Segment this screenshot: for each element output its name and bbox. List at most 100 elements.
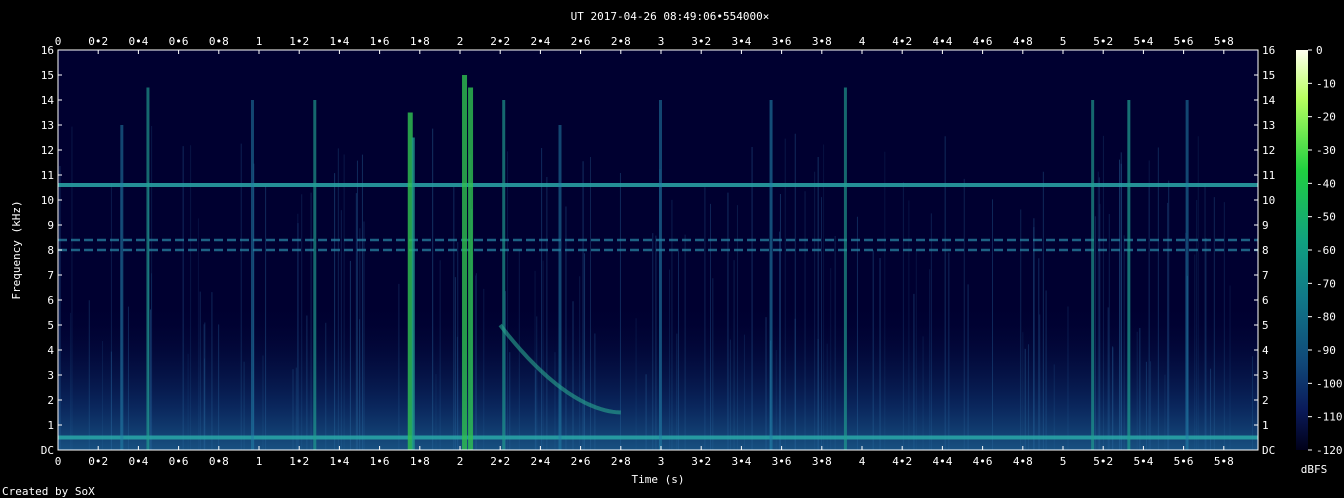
y-tick-label: 13 (1262, 119, 1275, 132)
x-tick-label: 1•8 (410, 455, 430, 468)
y-tick-label: 1 (47, 419, 54, 432)
colorbar-axis: 0 -10 -20 -30 -40 -50 -60 -70 -80 -90 -100 -110 -120 (1308, 44, 1343, 457)
x-tick-label: 0 (55, 35, 62, 48)
x-tick-label: 3•6 (772, 35, 792, 48)
x-tick-label: 2 (457, 35, 464, 48)
x-tick-label: 3 (658, 35, 665, 48)
x-tick-label: 0•4 (128, 455, 148, 468)
x-tick-label: 3•4 (731, 35, 751, 48)
colorbar-tick-label: -120 (1316, 444, 1343, 457)
burst-mark (250, 100, 254, 450)
x-tick-label: 4 (859, 455, 866, 468)
x-tick-label: 5 (1060, 455, 1067, 468)
colorbar (1296, 50, 1308, 450)
x-tick-label: 0•8 (209, 35, 229, 48)
x-tick-label: 0•2 (88, 35, 108, 48)
y-tick-label: 14 (1262, 94, 1276, 107)
colorbar-tick-label: -30 (1316, 144, 1336, 157)
y-tick-label: 5 (1262, 319, 1269, 332)
x-tick-label: 1•2 (289, 35, 309, 48)
x-tick-label: 4•6 (973, 455, 993, 468)
burst-mark (659, 100, 662, 450)
low-frequency-noise (58, 300, 1258, 450)
x-tick-label: 0•8 (209, 455, 229, 468)
y-tick-label: 2 (1262, 394, 1269, 407)
y-tick-label: 4 (47, 344, 54, 357)
x-tick-label: 1•2 (289, 455, 309, 468)
x-axis-label: Time (s) (632, 473, 685, 486)
burst-mark (1127, 100, 1131, 450)
y-tick-label: 10 (41, 194, 54, 207)
x-tick-label: 0•2 (88, 455, 108, 468)
burst-mark (843, 87, 847, 450)
x-tick-label: 4•2 (892, 35, 912, 48)
x-tick-label: 0 (55, 455, 62, 468)
x-tick-label: 5•2 (1093, 35, 1113, 48)
y-tick-label: 3 (47, 369, 54, 382)
x-tick-label: 3 (658, 455, 665, 468)
y-tick-label: 16 (41, 44, 54, 57)
y-tick-label: 8 (47, 244, 54, 257)
x-tick-label: 4•8 (1013, 455, 1033, 468)
colorbar-tick-label: -10 (1316, 77, 1336, 90)
y-tick-label: 7 (47, 269, 54, 282)
x-tick-label: 3•8 (812, 35, 832, 48)
colorbar-tick-label: 0 (1316, 44, 1323, 57)
colorbar-tick-label: -100 (1316, 377, 1343, 390)
x-tick-label: 0•4 (128, 35, 148, 48)
y-tick-label: DC (41, 444, 54, 457)
x-tick-label: 1•6 (370, 35, 390, 48)
burst-mark (1185, 100, 1189, 450)
x-tick-label: 2 (457, 455, 464, 468)
y-tick-label: 9 (47, 219, 54, 232)
colorbar-tick-label: -50 (1316, 211, 1336, 224)
x-tick-label: 3•4 (731, 455, 751, 468)
x-tick-label: 3•8 (812, 455, 832, 468)
x-tick-label: 2•6 (571, 455, 591, 468)
x-tick-label: 0•6 (169, 35, 189, 48)
x-tick-label: 2•4 (530, 455, 550, 468)
burst-mark (411, 137, 415, 450)
x-tick-label: 2•8 (611, 35, 631, 48)
y-tick-label: 4 (1262, 344, 1269, 357)
y-axis-label: Frequency (kHz) (10, 200, 23, 299)
y-tick-label: 11 (1262, 169, 1275, 182)
x-tick-label: 3•2 (691, 35, 711, 48)
x-tick-label: 4•8 (1013, 35, 1033, 48)
burst-mark (120, 125, 124, 450)
x-tick-label: 1•6 (370, 455, 390, 468)
burst-mark (146, 87, 150, 450)
y-tick-label: 1 (1262, 419, 1269, 432)
burst-mark (502, 100, 506, 450)
x-tick-label: 5•8 (1214, 35, 1234, 48)
x-tick-label: 2•4 (530, 35, 550, 48)
y-tick-label: 10 (1262, 194, 1275, 207)
x-tick-label: 2•2 (490, 455, 510, 468)
burst-mark (462, 75, 468, 450)
y-tick-label: 14 (41, 94, 55, 107)
x-tick-label: 4•4 (932, 455, 952, 468)
y-tick-label: 3 (1262, 369, 1269, 382)
y-tick-label: 13 (41, 119, 54, 132)
y-tick-label: 15 (1262, 69, 1275, 82)
x-tick-label: 1•4 (329, 35, 349, 48)
colorbar-tick-label: -60 (1316, 244, 1336, 257)
colorbar-tick-label: -40 (1316, 177, 1336, 190)
y-tick-label: 9 (1262, 219, 1269, 232)
y-tick-label: 2 (47, 394, 54, 407)
x-tick-label: 1•8 (410, 35, 430, 48)
x-tick-label: 5•6 (1174, 35, 1194, 48)
x-tick-label: 1 (256, 455, 263, 468)
y-tick-label: 11 (41, 169, 54, 182)
colorbar-tick-label: -110 (1316, 411, 1343, 424)
colorbar-label: dBFS (1301, 463, 1328, 476)
x-tick-label: 4•6 (973, 35, 993, 48)
colorbar-tick-label: -70 (1316, 277, 1336, 290)
x-tick-label: 5•4 (1133, 35, 1153, 48)
colorbar-tick-label: -90 (1316, 344, 1336, 357)
x-tick-label: 1•4 (329, 455, 349, 468)
burst-mark (558, 125, 562, 450)
burst-mark (313, 100, 317, 450)
x-tick-label: 3•2 (691, 455, 711, 468)
y-tick-label: 12 (1262, 144, 1275, 157)
